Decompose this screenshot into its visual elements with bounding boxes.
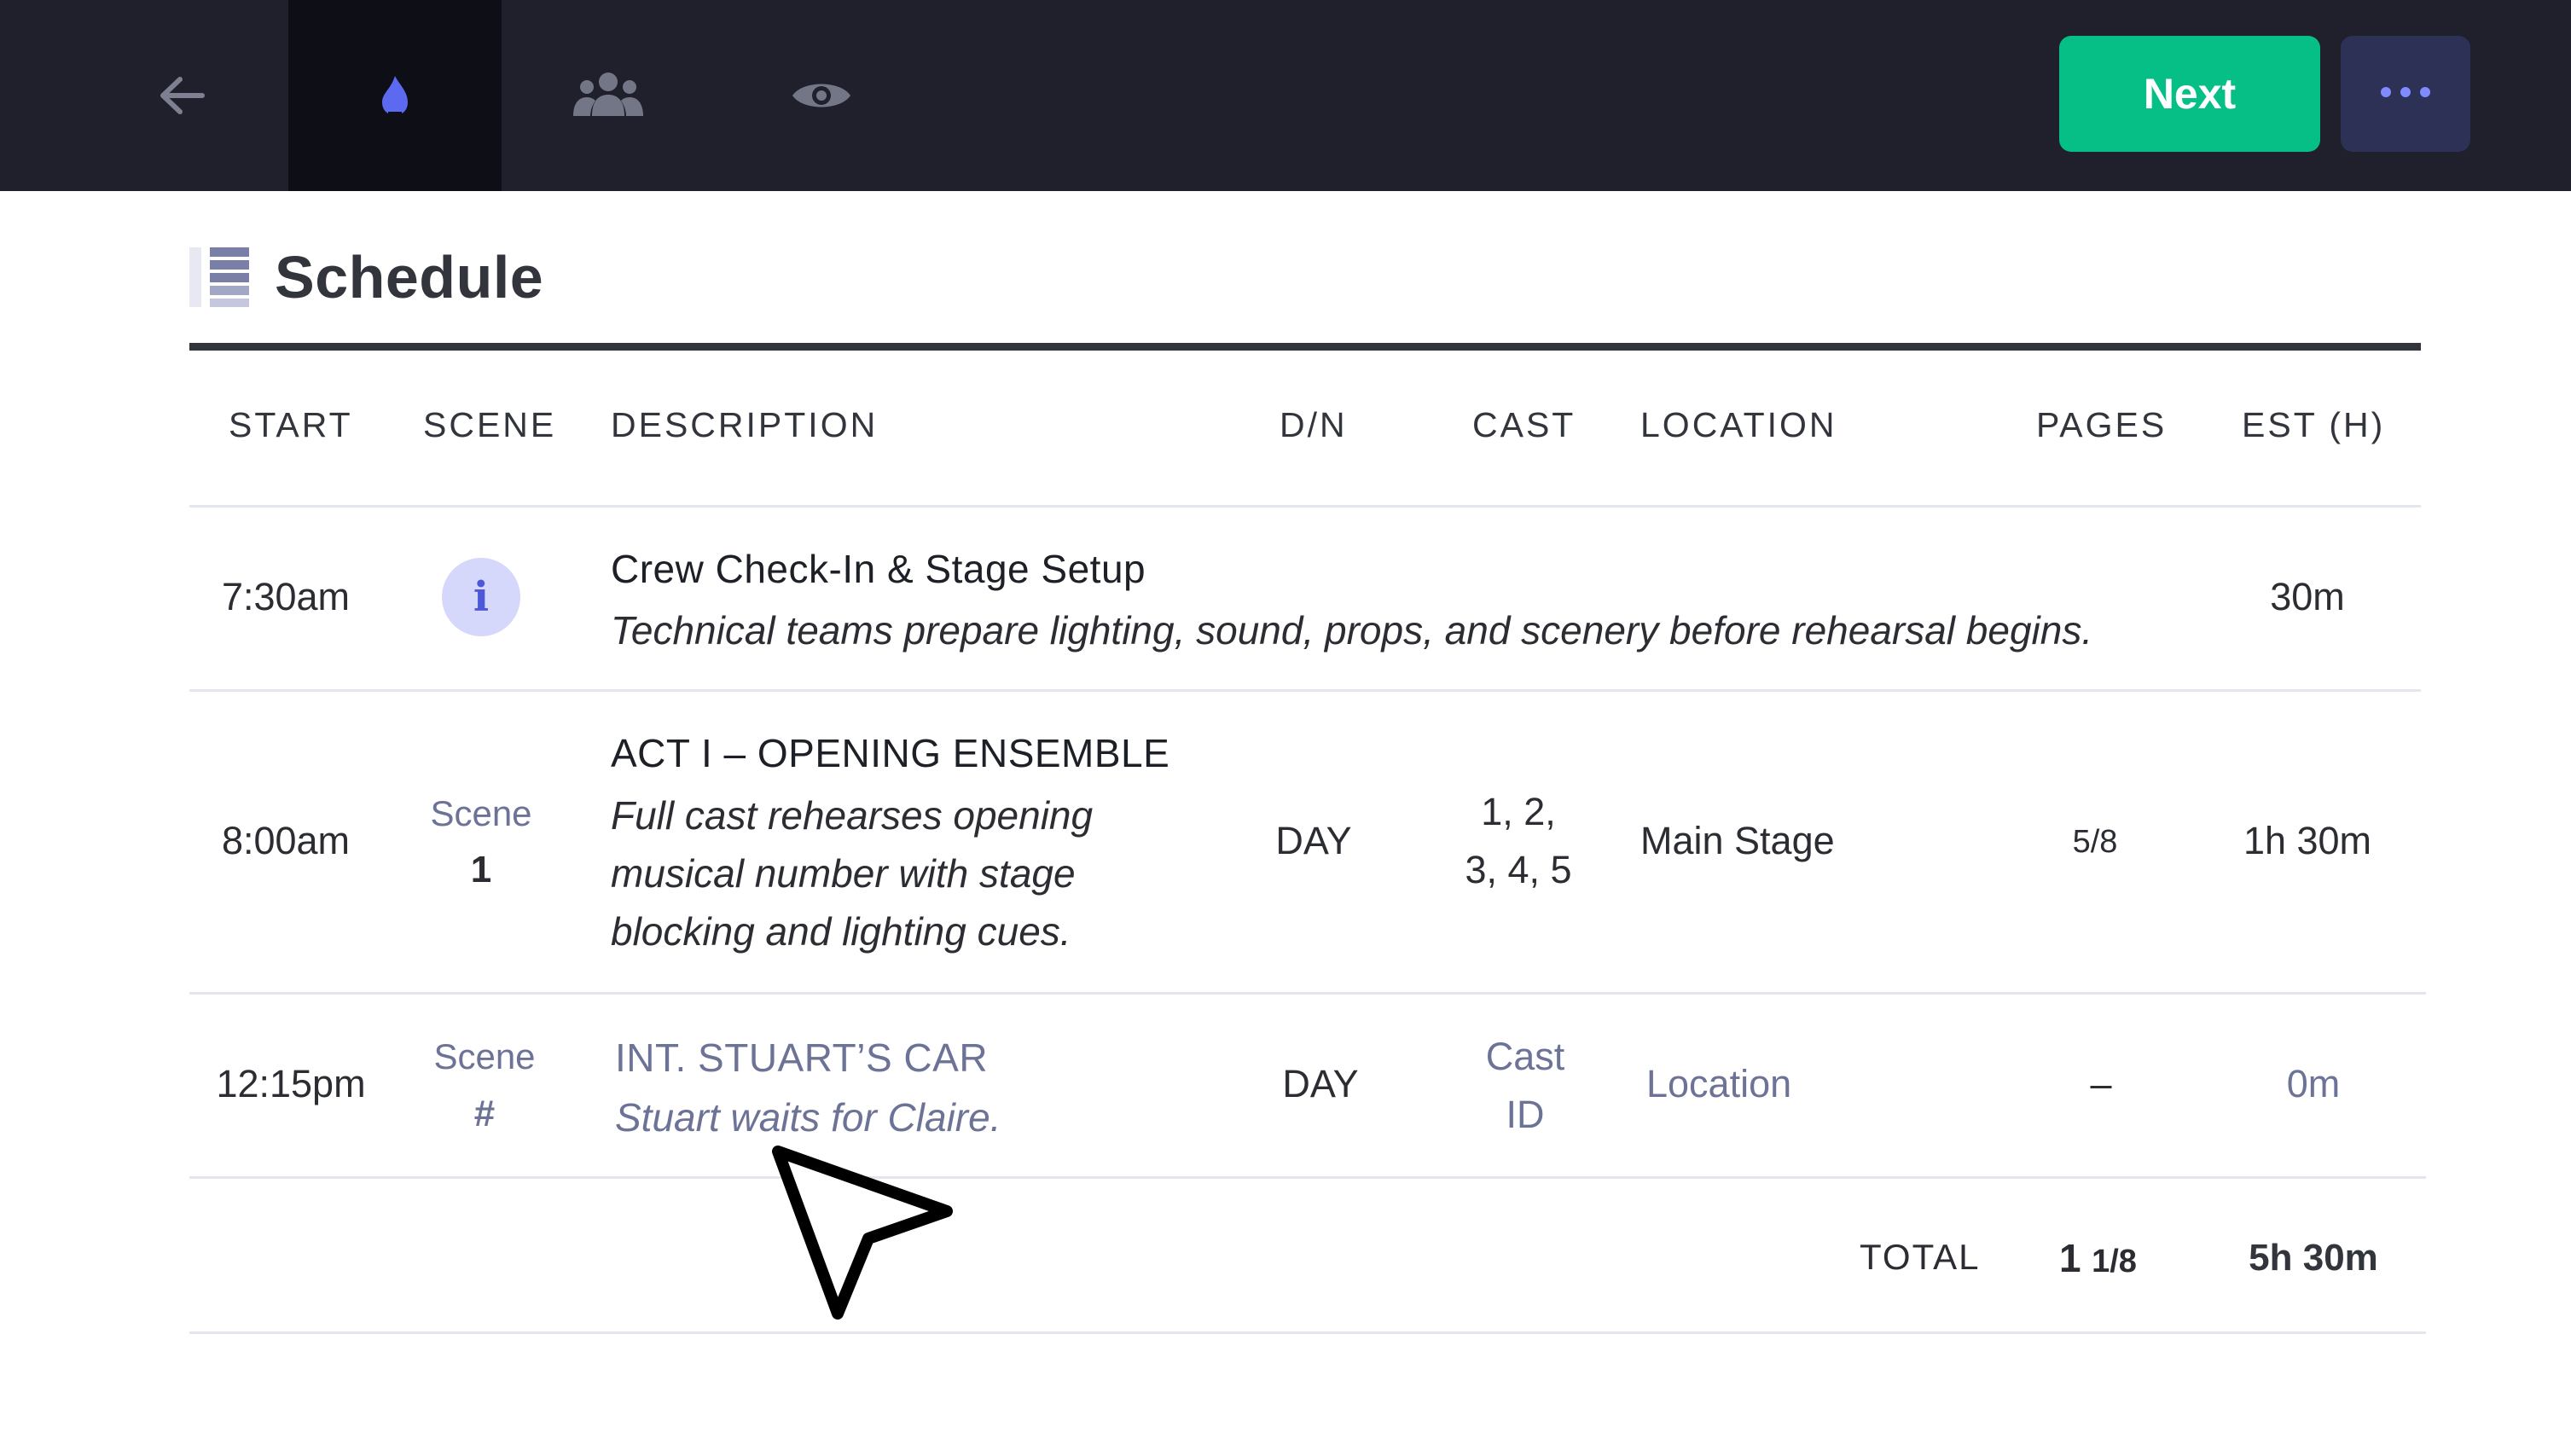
row-divider [189,689,2421,692]
total-estimate: 5h 30m [2249,1237,2378,1279]
tab-breakdown[interactable] [288,0,502,191]
estimate-value: 1h 30m [2243,819,2372,862]
estimate-value: 30m [2270,575,2345,618]
top-toolbar: Next [0,0,2571,191]
row-divider [189,1176,2426,1179]
row-divider [189,992,2426,995]
row-description: Technical teams prepare lighting, sound,… [611,608,2093,653]
day-night-value: DAY [1275,819,1352,862]
list-icon [189,247,249,307]
table-bottom-divider [189,1331,2426,1334]
column-header-scene: SCENE [423,405,557,444]
start-time: 7:30am [221,575,351,618]
location-value: Main Stage [1640,819,1835,862]
tab-preview[interactable] [715,0,928,191]
row-description-line: blocking and lighting cues. [611,909,1071,954]
scene-label: Scene [430,793,532,833]
title-divider [189,343,2421,351]
scene-label[interactable]: Scene [399,1036,570,1077]
page-header: Schedule [189,239,543,316]
cast-id-input-line[interactable]: ID [1440,1093,1611,1137]
flame-icon [380,74,409,117]
column-header-description: DESCRIPTION [611,405,879,444]
row-description-input[interactable]: Stuart waits for Claire. [615,1088,1001,1146]
column-header-start: START [229,405,353,444]
mouse-cursor [768,1143,964,1335]
scene-number: 1 [470,849,492,890]
pages-value: – [2090,1062,2112,1105]
cast-ids-line: 3, 4, 5 [1465,848,1572,891]
cast-ids-line: 1, 2, [1481,790,1556,833]
scene-number-input[interactable]: # [399,1093,570,1135]
row-title-input[interactable]: INT. STUART’S CAR [615,1035,988,1081]
ellipsis-icon [2380,86,2431,102]
day-night-select[interactable]: DAY [1235,1062,1406,1106]
start-time: 8:00am [221,819,351,862]
cast-id-input[interactable]: Cast [1440,1035,1611,1079]
back-arrow-icon [156,74,207,117]
total-label: TOTAL [1860,1237,1981,1277]
location-input[interactable]: Location [1646,1062,1791,1106]
row-title: Crew Check-In & Stage Setup [611,547,1146,591]
header-divider [189,505,2421,508]
total-pages: 1 1/8 [2059,1235,2137,1281]
start-time: 12:15pm [216,1062,366,1105]
page-title: Schedule [275,244,544,310]
total-pages-whole: 1 [2059,1236,2081,1280]
row-description-line: Full cast rehearses opening [611,793,1094,838]
more-options-button[interactable] [2341,36,2470,152]
column-header-pages: PAGES [2036,405,2168,444]
next-button[interactable]: Next [2059,36,2320,152]
column-header-cast: CAST [1472,405,1576,444]
info-icon: i [442,558,520,636]
column-header-location: LOCATION [1640,405,1837,444]
estimate-input[interactable]: 0m [2215,1062,2411,1106]
tab-cast[interactable] [502,0,715,191]
back-button[interactable] [75,0,288,191]
row-title: ACT I – OPENING ENSEMBLE [611,731,1170,775]
column-header-estimate: EST (H) [2242,405,2386,444]
total-pages-fraction: 1/8 [2092,1244,2137,1279]
column-header-day-night: D/N [1280,405,1348,444]
pages-value: 5/8 [2072,824,2118,860]
row-description-line: musical number with stage [611,851,1076,896]
people-icon [570,70,647,121]
eye-icon [791,75,852,116]
